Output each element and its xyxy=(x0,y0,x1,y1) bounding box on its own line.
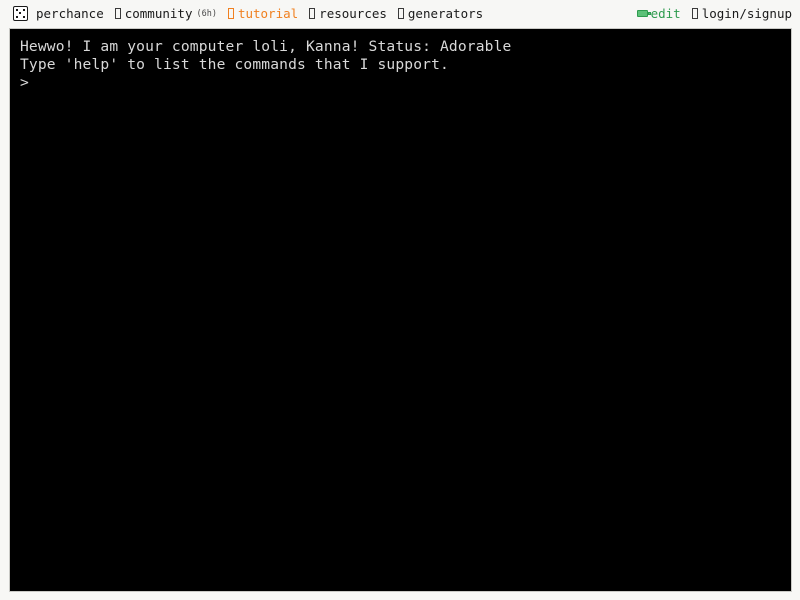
top-navigation-bar: perchance community (6h) tutorial resour… xyxy=(0,0,800,27)
nav-item-resources[interactable]: resources xyxy=(309,5,387,21)
terminal-output-line: Hewwo! I am your computer loli, Kanna! S… xyxy=(20,38,512,55)
terminal-prompt-row: > xyxy=(20,74,781,92)
page-root: perchance community (6h) tutorial resour… xyxy=(0,0,800,600)
nav-item-login-signup[interactable]: login/signup xyxy=(691,5,792,21)
terminal-command-input[interactable] xyxy=(30,74,631,92)
brand-label: perchance xyxy=(36,5,104,21)
nav-item-generators-label: generators xyxy=(407,5,484,21)
dice-logo-icon xyxy=(13,6,28,21)
nav-item-resources-label: resources xyxy=(319,5,387,21)
tofu-box-icon xyxy=(691,8,698,19)
nav-item-community-sub: (6h) xyxy=(196,8,217,19)
edit-pencil-icon xyxy=(636,10,651,17)
tofu-box-icon xyxy=(114,8,121,19)
nav-item-login-signup-label: login/signup xyxy=(701,5,792,21)
nav-item-edit-label: edit xyxy=(650,5,681,21)
nav-item-generators[interactable]: generators xyxy=(397,5,484,21)
terminal-console[interactable]: Hewwo! I am your computer loli, Kanna! S… xyxy=(9,28,792,592)
nav-item-community-label: community xyxy=(124,5,193,21)
terminal-prompt-symbol: > xyxy=(20,74,29,91)
nav-item-edit[interactable]: edit xyxy=(636,5,681,21)
nav-item-tutorial[interactable]: tutorial xyxy=(227,5,299,21)
tofu-box-icon xyxy=(309,8,316,19)
tofu-box-icon xyxy=(397,8,404,19)
nav-item-community[interactable]: community (6h) xyxy=(114,5,217,21)
terminal-output-line: Type 'help' to list the commands that I … xyxy=(20,56,449,73)
brand-perchance-link[interactable]: perchance xyxy=(13,6,104,21)
nav-left-group: perchance community (6h) tutorial resour… xyxy=(13,6,637,21)
nav-item-tutorial-label: tutorial xyxy=(237,5,299,21)
tofu-box-icon xyxy=(227,8,234,19)
nav-right-group: edit login/signup xyxy=(636,5,792,21)
